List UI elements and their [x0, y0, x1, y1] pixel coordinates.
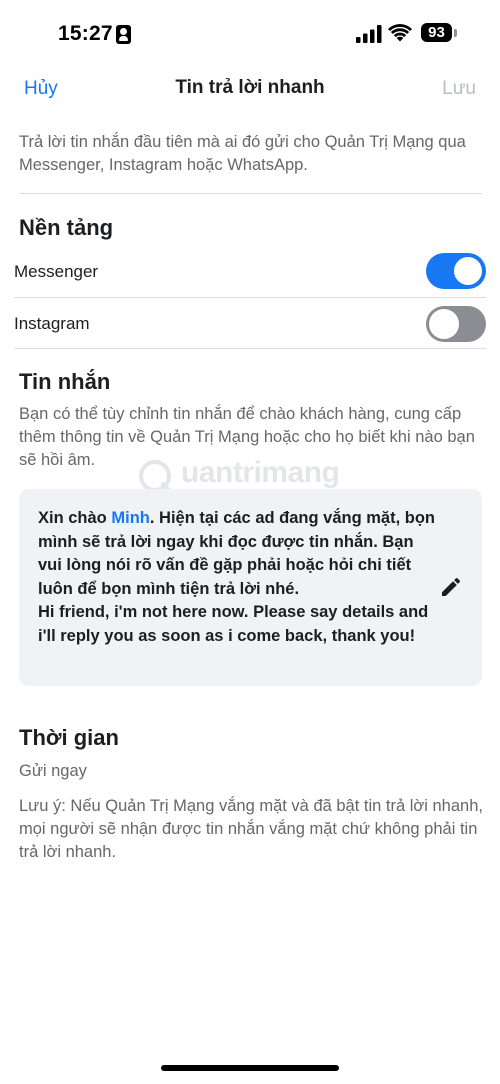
quick-reply-screen: 15:27 93 Hủy Tin trả lời nhanh Lưu Trả l… — [0, 0, 500, 1084]
cellular-signal-icon — [356, 25, 382, 43]
nav-bar: Hủy Tin trả lời nhanh Lưu — [0, 66, 500, 112]
message-greeting: Xin chào — [38, 509, 112, 527]
save-button[interactable]: Lưu — [442, 78, 476, 100]
watermark-text: uantrimang — [181, 456, 340, 489]
instagram-toggle[interactable] — [426, 306, 486, 342]
platforms-section-title: Nền tảng — [19, 215, 114, 240]
divider — [14, 297, 486, 298]
toggle-knob — [429, 309, 459, 339]
page-title: Tin trả lời nhanh — [175, 77, 325, 98]
status-bar: 15:27 93 — [0, 0, 500, 66]
messenger-toggle[interactable] — [426, 253, 486, 289]
battery-level: 93 — [428, 24, 445, 41]
toggle-knob — [453, 256, 483, 286]
wifi-icon — [388, 24, 412, 42]
divider — [14, 348, 486, 349]
pencil-edit-icon[interactable] — [439, 575, 463, 599]
battery-indicator: 93 — [421, 23, 452, 42]
platform-label-messenger: Messenger — [14, 262, 99, 281]
timing-section-title: Thời gian — [19, 725, 119, 750]
status-time: 15:27 — [58, 22, 113, 45]
home-indicator[interactable] — [161, 1065, 339, 1071]
intro-description: Trả lời tin nhắn đầu tiên mà ai đó gửi c… — [19, 133, 466, 174]
divider — [19, 193, 482, 194]
platform-label-instagram: Instagram — [14, 314, 90, 333]
message-card[interactable]: Xin chào Minh. Hiện tại các ad đang vắng… — [19, 489, 482, 686]
message-text: Xin chào Minh. Hiện tại các ad đang vắng… — [38, 507, 438, 648]
timing-value[interactable]: Gửi ngay — [19, 760, 484, 783]
battery-tip — [454, 29, 457, 37]
contact-card-icon — [116, 25, 131, 44]
timing-note: Lưu ý: Nếu Quản Trị Mạng vắng mặt và đã … — [19, 797, 483, 861]
message-english: Hi friend, i'm not here now. Please say … — [38, 603, 429, 645]
message-section-title: Tin nhắn — [19, 369, 111, 394]
message-name-placeholder: Minh — [111, 509, 150, 527]
